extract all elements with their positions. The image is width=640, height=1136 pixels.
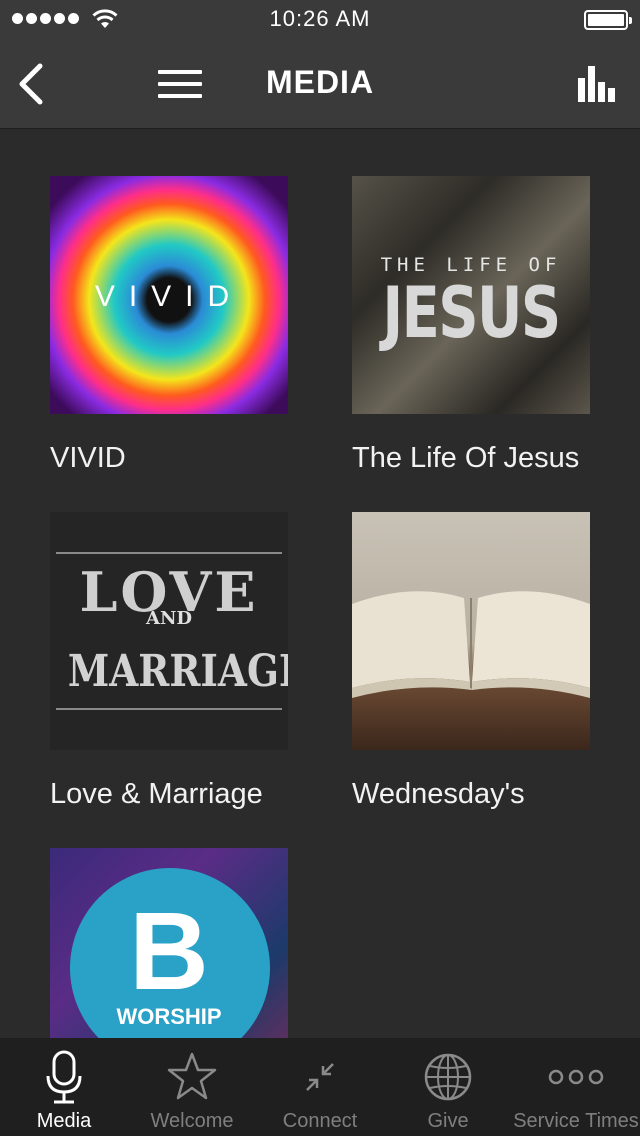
more-dots-icon <box>548 1069 604 1085</box>
tab-welcome[interactable]: Welcome <box>128 1038 256 1136</box>
status-bar: 10:26 AM <box>0 0 640 40</box>
globe-icon <box>424 1053 472 1101</box>
tab-label: Connect <box>282 1110 358 1132</box>
media-thumbnail[interactable]: THE LIFE OF JESUS <box>352 176 590 414</box>
collapse-arrows-icon <box>306 1063 334 1091</box>
media-thumbnail[interactable]: B WORSHIP <box>50 848 288 1038</box>
media-item-love-marriage[interactable]: LOVE AND MARRIAGE Love & Marriage <box>50 512 290 811</box>
logo-letter: B <box>129 890 209 1013</box>
tab-label: Give <box>427 1110 469 1132</box>
microphone-icon <box>46 1050 82 1104</box>
media-item-label[interactable]: Wednesday's <box>352 778 592 811</box>
media-thumbnail[interactable]: LOVE AND MARRIAGE <box>50 512 288 750</box>
tab-connect[interactable]: Connect <box>256 1038 384 1136</box>
nav-bar: MEDIA <box>0 40 640 129</box>
open-book-image <box>352 591 590 698</box>
thumbnail-connector: AND <box>145 608 193 629</box>
battery-icon <box>584 10 632 30</box>
tab-label: Welcome <box>150 1110 234 1132</box>
tab-label: Media <box>36 1110 92 1132</box>
media-item-worship[interactable]: B WORSHIP <box>50 848 290 1038</box>
status-time: 10:26 AM <box>269 6 371 31</box>
tab-service-times[interactable]: Service Times <box>512 1038 640 1136</box>
tab-label: Service Times <box>513 1110 639 1132</box>
thumbnail-title: JESUS <box>382 272 561 354</box>
media-item-label[interactable]: Love & Marriage <box>50 778 290 811</box>
tab-bar: Media Welcome Connect Give Service Times <box>0 1038 640 1136</box>
divider <box>56 708 282 710</box>
media-item-wednesdays[interactable]: Wednesday's <box>352 512 592 811</box>
logo-word: WORSHIP <box>116 1004 222 1029</box>
media-item-life-of-jesus[interactable]: THE LIFE OF JESUS The Life Of Jesus <box>352 176 592 475</box>
media-thumbnail[interactable]: VIVID <box>50 176 288 414</box>
media-item-label[interactable]: The Life Of Jesus <box>352 442 592 475</box>
media-item-label[interactable]: VIVID <box>50 442 290 475</box>
thumbnail-title: MARRIAGE <box>67 646 288 697</box>
stats-button[interactable] <box>576 64 616 104</box>
media-item-vivid[interactable]: VIVID VIVID <box>50 176 290 475</box>
thumbnail-title: VIVID <box>94 280 244 313</box>
tab-media[interactable]: Media <box>0 1038 128 1136</box>
media-thumbnail[interactable] <box>352 512 590 750</box>
star-icon <box>167 1052 217 1100</box>
media-grid: VIVID VIVID THE LIFE OF JESUS The Life O… <box>0 128 640 1038</box>
tab-give[interactable]: Give <box>384 1038 512 1136</box>
divider <box>56 552 282 554</box>
page-title: MEDIA <box>265 64 375 100</box>
